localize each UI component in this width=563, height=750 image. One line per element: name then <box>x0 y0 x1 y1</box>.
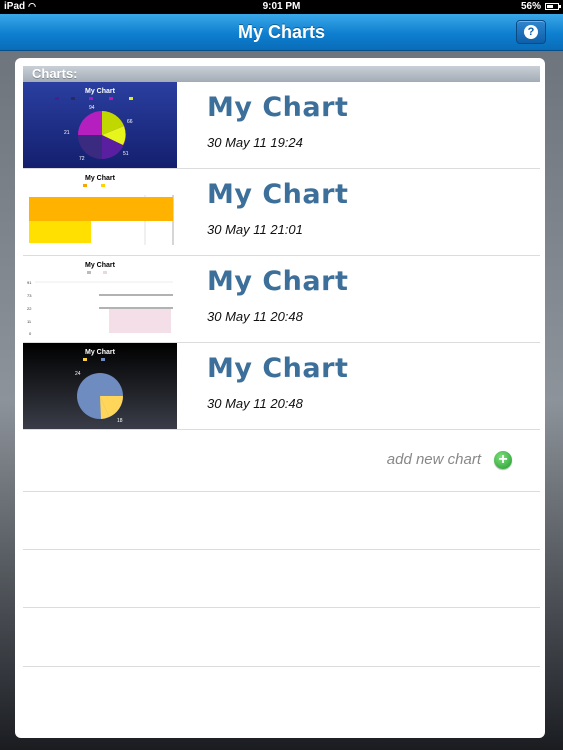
page-title: My Charts <box>237 22 326 42</box>
thumb-label: 18 <box>117 418 123 424</box>
help-button[interactable]: ? <box>516 20 546 44</box>
empty-row <box>23 550 540 608</box>
section-header: Charts: <box>23 66 540 82</box>
chart-row[interactable]: My Chart 24 18 My Chart 30 May 11 20:48 <box>23 343 540 430</box>
thumb-label: 66 <box>127 119 133 125</box>
status-time: 9:01 PM <box>262 1 301 12</box>
thumb-title: My Chart <box>85 175 116 182</box>
chart-title: My Chart <box>207 353 349 384</box>
chart-title: My Chart <box>207 92 349 123</box>
thumb-title: My Chart <box>85 88 116 95</box>
charts-panel: Charts: My Chart 94 66 51 72 21 My Chart… <box>15 58 545 738</box>
navigation-bar: My Charts ? <box>0 14 563 51</box>
chart-row[interactable]: My Chart My Chart 30 May 11 21:01 <box>23 169 540 256</box>
status-battery-text: 56% <box>520 1 541 12</box>
thumb-title: My Chart <box>85 262 116 269</box>
thumb-title: My Chart <box>85 349 116 356</box>
thumb-label: 21 <box>64 130 70 136</box>
add-new-chart-label: add new chart <box>386 451 481 468</box>
thumb-label: 91 <box>27 280 32 285</box>
empty-row <box>23 609 540 667</box>
thumb-label: 94 <box>89 105 95 111</box>
chart-thumbnail: My Chart 24 18 <box>23 343 177 429</box>
help-icon: ? <box>524 25 538 39</box>
chart-row[interactable]: My Chart 94 66 51 72 21 My Chart 30 May … <box>23 82 540 169</box>
thumb-label: 73 <box>27 293 32 298</box>
thumb-label: 51 <box>123 151 129 157</box>
chart-thumbnail: My Chart 91 73 22 11 0 <box>23 256 177 342</box>
add-icon[interactable]: + <box>494 451 512 469</box>
chart-thumbnail: My Chart <box>23 169 177 255</box>
battery-icon <box>545 3 561 10</box>
status-bar: iPad ◠ 9:01 PM 56% <box>0 0 563 14</box>
empty-row <box>23 492 540 550</box>
chart-date: 30 May 11 20:48 <box>207 396 303 411</box>
chart-date: 30 May 11 19:24 <box>207 135 303 150</box>
chart-date: 30 May 11 20:48 <box>207 309 303 324</box>
chart-title: My Chart <box>207 266 349 297</box>
add-new-chart-row[interactable]: add new chart + <box>23 434 540 492</box>
thumb-label: 22 <box>27 306 32 311</box>
chart-date: 30 May 11 21:01 <box>207 222 303 237</box>
chart-title: My Chart <box>207 179 349 210</box>
chart-row[interactable]: My Chart 91 73 22 11 0 My Chart 30 May 1… <box>23 256 540 343</box>
thumb-label: 72 <box>79 156 85 162</box>
thumb-label: 24 <box>75 371 81 377</box>
chart-thumbnail: My Chart 94 66 51 72 21 <box>23 82 177 168</box>
